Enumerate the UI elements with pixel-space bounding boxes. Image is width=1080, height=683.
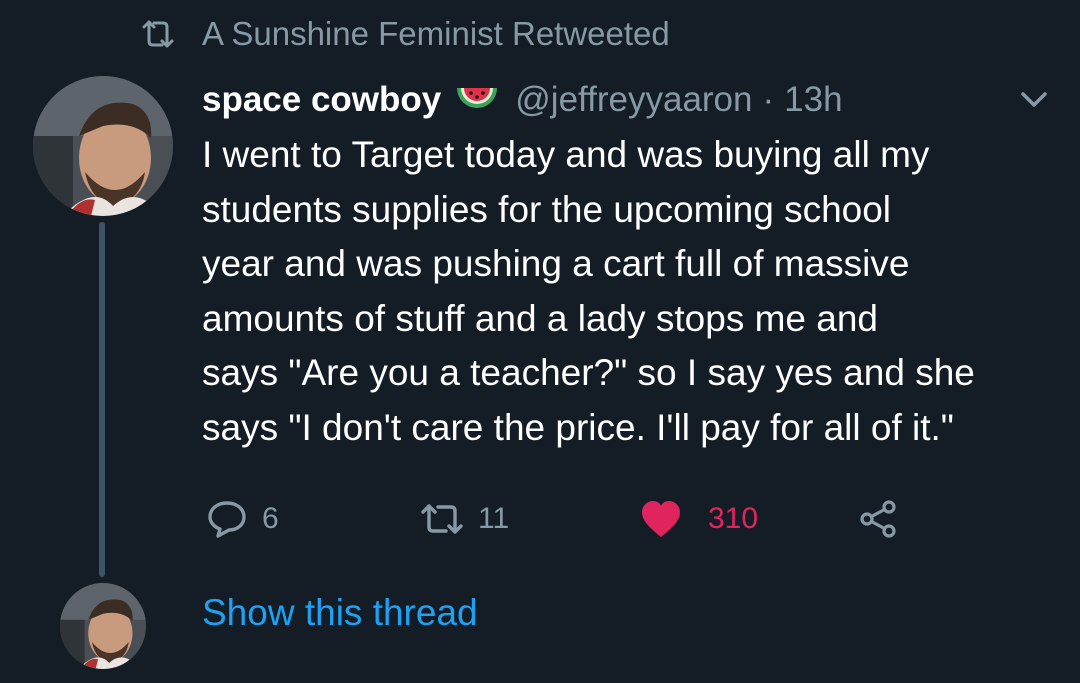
timestamp[interactable]: 13h (784, 80, 842, 120)
reply-icon (206, 498, 248, 540)
retweet-text[interactable]: A Sunshine Feminist Retweeted (202, 15, 670, 53)
tweet-actions: 6 11 310 (202, 494, 922, 544)
tweet-author: space cowboy @jeffreyyaaron · 13h (202, 76, 843, 124)
like-button[interactable]: 310 (640, 494, 758, 544)
tweet-text: I went to Target today and was buying al… (202, 134, 975, 448)
retweet-icon (420, 502, 464, 536)
display-name[interactable]: space cowboy (202, 80, 441, 120)
retweet-button[interactable]: 11 (420, 494, 509, 544)
retweet-header: A Sunshine Feminist Retweeted (140, 12, 670, 56)
watermelon-icon (453, 80, 501, 120)
retweet-icon (140, 19, 176, 49)
thread-avatar[interactable] (60, 583, 146, 669)
user-handle[interactable]: @jeffreyyaaron (515, 80, 752, 120)
share-button[interactable] (858, 494, 898, 544)
separator-dot: · (762, 80, 775, 119)
heart-icon (640, 499, 682, 539)
like-count: 310 (708, 502, 759, 535)
chevron-down-icon[interactable] (1016, 86, 1052, 114)
retweet-count: 11 (478, 502, 510, 535)
thread-line (99, 222, 105, 577)
share-icon (858, 499, 898, 539)
reply-count: 6 (262, 502, 279, 535)
avatar[interactable] (33, 76, 173, 216)
reply-button[interactable]: 6 (206, 494, 279, 544)
show-thread-link[interactable]: Show this thread (202, 592, 478, 634)
